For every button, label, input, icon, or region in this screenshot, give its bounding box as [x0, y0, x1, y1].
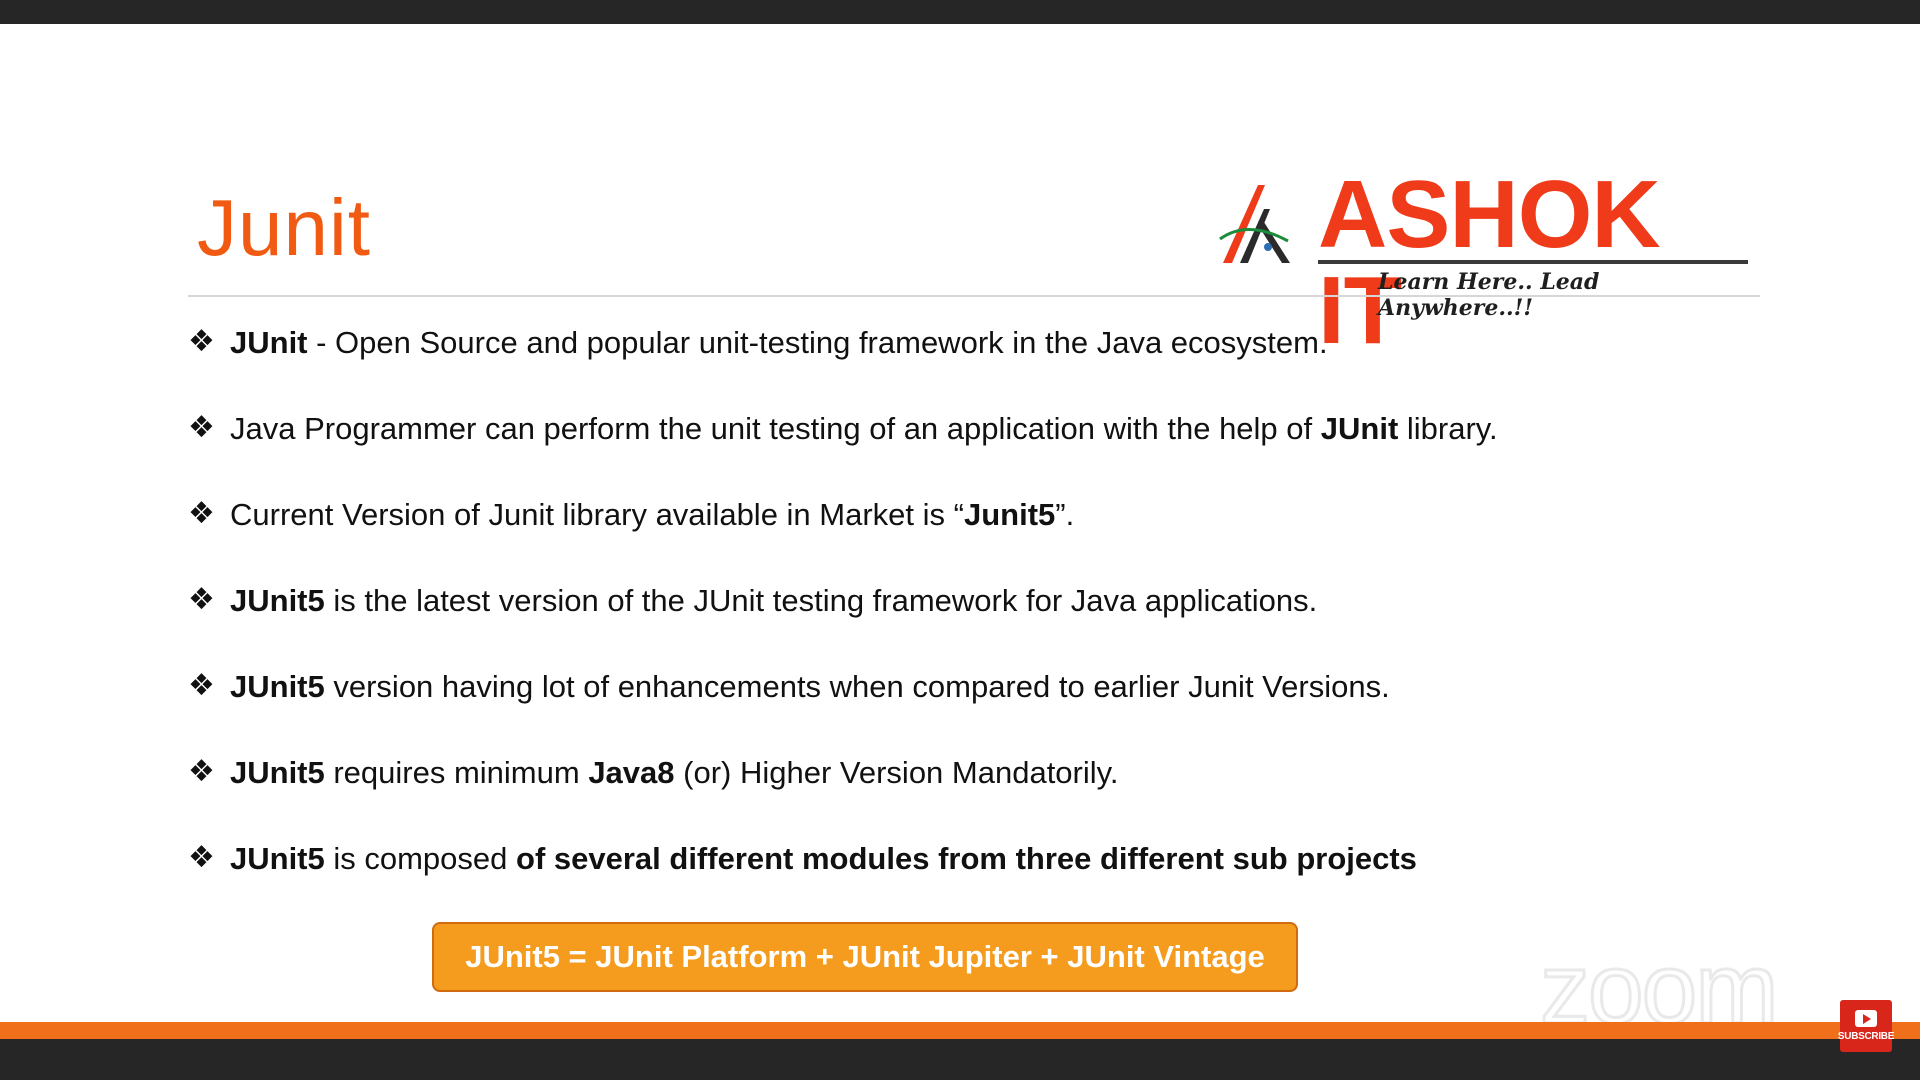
bullet-plain: - Open Source and popular unit-testing f…	[307, 325, 1328, 360]
diamond-bullet-icon: ❖	[188, 497, 215, 530]
bullet-item: ❖ JUnit - Open Source and popular unit-t…	[188, 324, 1788, 410]
company-logo: ASHOK IT Learn Here.. Lead Anywhere..!!	[1218, 149, 1753, 359]
slide-footer-band	[0, 1022, 1920, 1039]
bullet-tail: (or) Higher Version Mandatorily.	[674, 755, 1119, 790]
bullet-bold: JUnit5	[230, 583, 325, 618]
bullet-text: JUnit5 is the latest version of the JUni…	[230, 582, 1317, 619]
bullet-bold: JUnit5	[230, 841, 325, 876]
ashok-it-logo-icon	[1219, 185, 1290, 263]
presentation-slide: Junit ASHOK IT Learn Here.. Lead Anywher…	[0, 24, 1920, 1039]
diamond-bullet-icon: ❖	[188, 325, 215, 358]
bullet-item: ❖ JUnit5 is composed of several differen…	[188, 840, 1788, 926]
bullet-tail-bold: JUnit	[1320, 411, 1399, 446]
slide-title: Junit	[197, 183, 371, 272]
bullet-plain: version having lot of enhancements when …	[324, 669, 1390, 704]
bullet-text: JUnit - Open Source and popular unit-tes…	[230, 324, 1328, 361]
bullet-bold: JUnit5	[230, 669, 325, 704]
logo-rule	[1318, 260, 1748, 264]
bullet-plain: Current Version of Junit library availab…	[230, 497, 964, 532]
bullet-text: JUnit5 requires minimum Java8 (or) Highe…	[230, 754, 1118, 791]
youtube-play-icon	[1855, 1010, 1877, 1027]
bullet-plain: is the latest version of the JUnit testi…	[324, 583, 1318, 618]
bullet-item: ❖ JUnit5 is the latest version of the JU…	[188, 582, 1788, 668]
bullet-text: Java Programmer can perform the unit tes…	[230, 410, 1498, 447]
subscribe-label: SUBSCRIBE	[1837, 1031, 1895, 1042]
diamond-bullet-icon: ❖	[188, 841, 215, 874]
bullet-item: ❖ JUnit5 requires minimum Java8 (or) Hig…	[188, 754, 1788, 840]
bullet-tail: library.	[1398, 411, 1498, 446]
bullet-list: ❖ JUnit - Open Source and popular unit-t…	[188, 324, 1788, 926]
bullet-tail: ”.	[1055, 497, 1075, 532]
bullet-item: ❖ Current Version of Junit library avail…	[188, 496, 1788, 582]
diamond-bullet-icon: ❖	[188, 669, 215, 702]
bullet-text: JUnit5 is composed of several different …	[230, 840, 1417, 877]
bullet-bold: JUnit5	[230, 755, 325, 790]
video-top-bar	[0, 0, 1920, 24]
bullet-item: ❖ Java Programmer can perform the unit t…	[188, 410, 1788, 496]
title-divider	[188, 295, 1760, 297]
bullet-text: Current Version of Junit library availab…	[230, 496, 1074, 533]
bullet-tail-bold: Java8	[588, 755, 675, 790]
bullet-tail-bold: of several different modules from three …	[516, 841, 1417, 876]
bullet-tail-bold: Junit5	[963, 497, 1056, 532]
bullet-plain: requires minimum	[324, 755, 589, 790]
bullet-bold: JUnit	[230, 325, 308, 360]
video-bottom-bar	[0, 1039, 1920, 1080]
subscribe-button[interactable]: SUBSCRIBE	[1837, 1000, 1895, 1052]
diamond-bullet-icon: ❖	[188, 755, 215, 788]
bullet-item: ❖ JUnit5 version having lot of enhanceme…	[188, 668, 1788, 754]
bullet-text: JUnit5 version having lot of enhancement…	[230, 668, 1390, 705]
junit5-formula-box: JUnit5 = JUnit Platform + JUnit Jupiter …	[432, 922, 1298, 992]
diamond-bullet-icon: ❖	[188, 411, 215, 444]
diamond-bullet-icon: ❖	[188, 583, 215, 616]
bullet-plain: Java Programmer can perform the unit tes…	[230, 411, 1321, 446]
bullet-plain: is composed	[324, 841, 517, 876]
